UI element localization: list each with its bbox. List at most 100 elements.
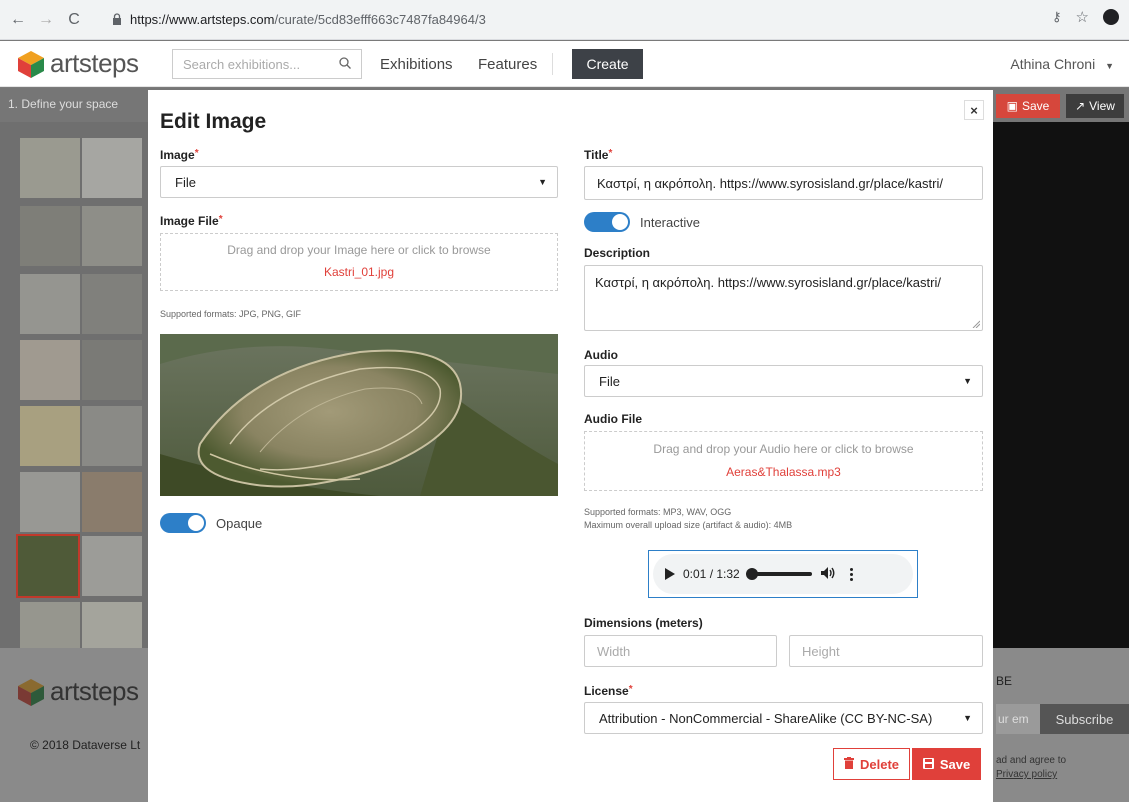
thumbnail[interactable] [82,472,142,532]
nav-divider [552,53,553,75]
step-label: 1. Define your space [8,97,119,111]
thumbnail[interactable] [82,274,142,334]
interactive-toggle[interactable]: Interactive [584,212,700,232]
create-button[interactable]: Create [572,49,643,79]
subscribe-heading: BE [996,674,1013,688]
thumbnail[interactable] [82,406,142,466]
forward-icon[interactable]: → [34,8,58,32]
audio-source-select[interactable]: File ▼ [584,365,983,397]
search-placeholder: Search exhibitions... [183,56,301,72]
required-marker: * [628,684,633,695]
thumbnail[interactable] [20,340,80,400]
image-drop-hint: Drag and drop your Image here or click t… [227,243,491,257]
thumbnail-selected[interactable] [16,534,80,598]
image-preview [160,334,558,496]
search-input[interactable]: Search exhibitions... [172,49,362,79]
image-label: Image* [160,148,199,162]
footer-logo-text: artsteps [50,676,139,706]
image-formats-note: Supported formats: JPG, PNG, GIF [160,309,302,319]
extension-icon[interactable] [1103,9,1119,25]
dimensions-label: Dimensions (meters) [584,616,703,630]
audio-formats-note: Supported formats: MP3, WAV, OGG Maximum… [584,506,792,532]
3d-preview[interactable] [993,122,1129,682]
save-button[interactable]: Save [912,748,981,780]
thumbnail[interactable] [82,536,142,596]
title-input[interactable]: Καστρί, η ακρόπολη. https://www.syrosisl… [584,166,983,200]
thumbnail[interactable] [20,206,80,266]
subscribe-email-input[interactable]: ur em [996,704,1040,734]
url-path: /curate/5cd83efff663c7487fa84964/3 [274,11,486,27]
thumbnail[interactable] [20,472,80,532]
trash-icon [843,756,854,772]
thumbnail[interactable] [82,206,142,266]
thumbnail[interactable] [20,406,80,466]
subscribe-agreement: ad and agree to Privacy policy [996,754,1066,782]
audio-player[interactable]: 0:01 / 1:32 [648,550,918,598]
volume-icon[interactable] [820,566,836,583]
image-label-text: Image [160,148,195,162]
audio-dropzone[interactable]: Drag and drop your Audio here or click t… [584,431,983,491]
interactive-switch[interactable] [584,212,630,232]
back-icon[interactable]: ← [6,8,30,32]
description-textarea[interactable]: Καστρί, η ακρόπολη. https://www.syrosisl… [584,265,983,331]
bg-view-button[interactable]: ↗ View [1066,94,1124,118]
thumbnail[interactable] [82,340,142,400]
audio-drop-hint: Drag and drop your Audio here or click t… [653,442,914,456]
reload-icon[interactable]: C [62,8,86,32]
opaque-toggle[interactable]: Opaque [160,513,262,533]
interactive-label: Interactive [640,214,700,230]
close-icon[interactable]: × [964,100,984,120]
image-file-label-text: Image File [160,214,219,228]
image-source-value: File [175,174,196,190]
edit-image-modal: Edit Image × Image* File ▼ Image File* D… [148,90,993,802]
description-label: Description [584,246,651,260]
width-input[interactable]: Width [584,635,777,667]
title-label-text: Title [584,148,609,162]
delete-label: Delete [859,756,900,772]
seek-slider[interactable] [745,568,812,580]
audio-source-value: File [599,373,620,389]
address-bar[interactable]: https://www.artsteps.com/curate/5cd83eff… [110,5,1018,33]
delete-button[interactable]: Delete [833,748,910,780]
user-menu[interactable]: Athina Chroni ▼ [1010,56,1114,72]
audio-file-name: Aeras&Thalassa.mp3 [726,465,841,479]
play-icon[interactable] [665,568,675,580]
audio-label: Audio [584,348,618,362]
bg-save-label: Save [1021,99,1050,113]
image-source-select[interactable]: File ▼ [160,166,558,198]
privacy-link[interactable]: Privacy policy [996,769,1057,780]
site-logo[interactable]: artsteps [16,48,139,79]
thumbnail[interactable] [20,138,80,198]
height-placeholder: Height [802,643,840,659]
thumbnail[interactable] [82,138,142,198]
search-icon[interactable] [339,56,351,72]
floppy-icon [922,757,934,772]
license-select[interactable]: Attribution - NonCommercial - ShareAlike… [584,702,983,734]
footer-logo[interactable]: artsteps [16,676,139,707]
user-name: Athina Chroni [1010,56,1096,72]
more-options-icon[interactable] [849,567,853,581]
resize-grip-icon[interactable] [972,320,980,328]
nav-features[interactable]: Features [478,56,537,73]
footer-logo-cube-icon [18,678,44,706]
license-label-text: License [584,684,629,698]
thumbnail[interactable] [20,274,80,334]
url-host: https://www.artsteps.com [130,11,275,27]
bg-view-label: View [1089,99,1115,113]
bg-save-button[interactable]: ▣ Save [996,94,1060,118]
subscribe-button[interactable]: Subscribe [1040,704,1129,734]
opaque-switch[interactable] [160,513,206,533]
key-icon[interactable]: ⚷ [1052,9,1062,25]
floppy-icon: ▣ [1006,99,1018,113]
caret-down-icon: ▼ [538,177,547,187]
description-value: Καστρί, η ακρόπολη. https://www.syrosisl… [595,275,941,290]
nav-exhibitions[interactable]: Exhibitions [380,56,453,73]
required-marker: * [608,148,613,159]
star-icon[interactable]: ☆ [1076,8,1089,26]
height-input[interactable]: Height [789,635,983,667]
title-label: Title* [584,148,612,162]
title-value: Καστρί, η ακρόπολη. https://www.syrosisl… [597,175,943,191]
audio-file-label: Audio File [584,412,642,426]
image-dropzone[interactable]: Drag and drop your Image here or click t… [160,233,558,291]
required-marker: * [194,148,199,159]
